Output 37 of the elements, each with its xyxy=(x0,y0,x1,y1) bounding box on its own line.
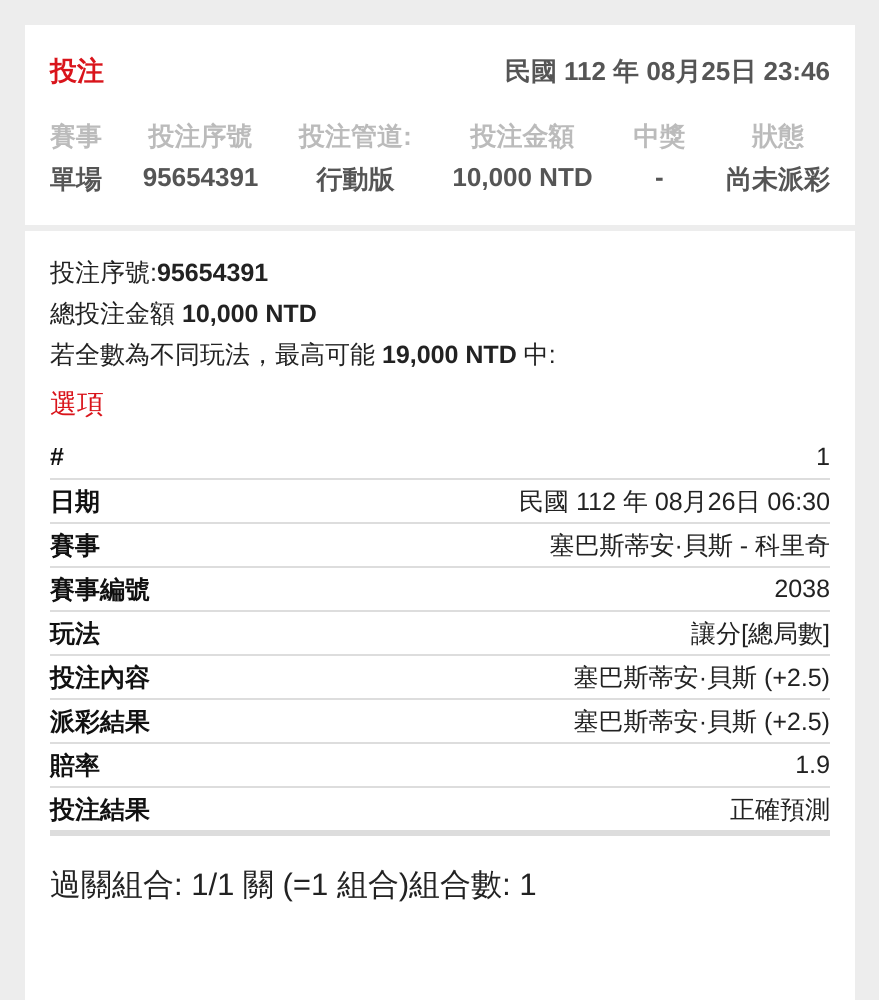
summary-value: 10,000 NTD xyxy=(452,162,593,194)
option-value: 2038 xyxy=(774,574,830,604)
option-value: 1.9 xyxy=(795,750,830,780)
option-label: 投注內容 xyxy=(50,662,150,694)
combination-text: 過關組合: 1/1 關 (=1 組合)組合數: 1 xyxy=(50,866,538,904)
option-value: 塞巴斯蒂安·貝斯 (+2.5) xyxy=(574,662,830,694)
detail-line: 投注序號:95654391 xyxy=(50,258,270,289)
summary-value: 行動版 xyxy=(315,163,396,196)
summary-value: 95654391 xyxy=(142,162,258,194)
option-value: 讓分[總局數] xyxy=(691,618,830,650)
option-label: # xyxy=(50,442,64,472)
column-header: 投注管道: xyxy=(299,120,412,153)
summary-value: 單場 xyxy=(50,163,102,196)
options-title: 選項 xyxy=(50,388,105,421)
bet-datetime: 民國 112 年 08月25日 23:46 xyxy=(504,54,830,88)
detail-line: 若全數為不同玩法，最高可能 19,000 NTD 中: xyxy=(50,340,557,371)
summary-value: 尚未派彩 xyxy=(726,163,830,196)
option-label: 派彩結果 xyxy=(50,706,150,738)
column-header: 中獎 xyxy=(633,120,686,153)
option-label: 賠率 xyxy=(50,750,100,782)
option-label: 賽事 xyxy=(50,530,100,562)
option-value: 塞巴斯蒂安·貝斯 (+2.5) xyxy=(574,706,830,738)
option-label: 玩法 xyxy=(50,618,100,650)
summary-value: - xyxy=(654,162,665,194)
column-header: 賽事 xyxy=(50,120,102,153)
column-header: 投注金額 xyxy=(468,120,576,153)
option-label: 日期 xyxy=(50,486,100,518)
option-value: 1 xyxy=(816,442,830,472)
option-value: 民國 112 年 08月26日 06:30 xyxy=(519,486,830,518)
detail-line: 總投注金額 10,000 NTD xyxy=(50,299,318,330)
option-label: 投注結果 xyxy=(50,794,150,826)
option-label: 賽事編號 xyxy=(50,574,150,606)
option-value: 正確預測 xyxy=(730,794,830,826)
column-header: 狀態 xyxy=(750,120,805,153)
bet-title: 投注 xyxy=(50,55,104,88)
column-header: 投注序號 xyxy=(146,120,254,153)
option-value: 塞巴斯蒂安·貝斯 - 科里奇 xyxy=(549,530,830,562)
